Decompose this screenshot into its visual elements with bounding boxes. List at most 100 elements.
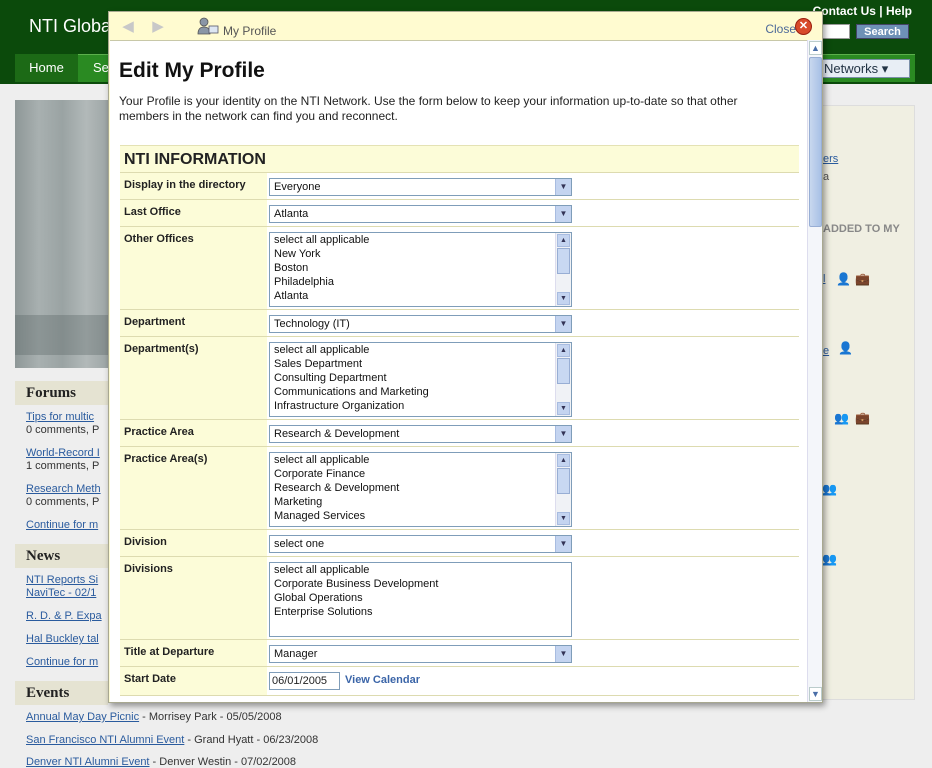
list-option[interactable]: select all applicable bbox=[270, 343, 571, 357]
list-option[interactable]: Global Operations bbox=[270, 591, 571, 605]
list-option[interactable]: select all applicable bbox=[270, 563, 571, 577]
forum-link[interactable]: World-Record I bbox=[26, 447, 100, 459]
help-link[interactable]: Help bbox=[886, 4, 912, 18]
field-label: Display in the directory bbox=[124, 179, 246, 191]
briefcase-icon[interactable]: 💼 bbox=[855, 411, 870, 425]
select-value: Atlanta bbox=[274, 208, 309, 220]
divisions-listbox[interactable]: select all applicable Corporate Business… bbox=[269, 562, 572, 637]
list-option[interactable]: Sales Department bbox=[270, 357, 571, 371]
list-option[interactable]: Marketing bbox=[270, 495, 571, 509]
other-offices-listbox[interactable]: select all applicable New York Boston Ph… bbox=[269, 232, 572, 307]
right-panel-link[interactable]: ers bbox=[823, 153, 838, 165]
site-search-input[interactable] bbox=[820, 24, 850, 39]
modal-body: Edit My Profile Your Profile is your ide… bbox=[110, 40, 807, 702]
chevron-down-icon[interactable]: ▼ bbox=[555, 536, 571, 552]
list-option[interactable]: Atlanta bbox=[270, 289, 571, 303]
forum-link[interactable]: Tips for multic bbox=[26, 411, 94, 423]
field-label: Practice Area(s) bbox=[124, 453, 208, 465]
list-option[interactable]: Enterprise Solutions bbox=[270, 605, 571, 619]
chevron-down-icon[interactable]: ▼ bbox=[555, 179, 571, 195]
events-section-title: Events bbox=[15, 681, 108, 705]
nav-home-tab[interactable]: Home bbox=[15, 54, 78, 82]
departments-listbox[interactable]: select all applicable Sales Department C… bbox=[269, 342, 572, 417]
scroll-down-icon[interactable]: ▼ bbox=[557, 292, 570, 305]
select-value: select one bbox=[274, 538, 325, 550]
practice-area-select[interactable]: Research & Development ▼ bbox=[269, 425, 572, 443]
chevron-down-icon[interactable]: ▼ bbox=[555, 206, 571, 222]
news-link[interactable]: Hal Buckley tal bbox=[26, 633, 99, 645]
chevron-down-icon[interactable]: ▼ bbox=[555, 426, 571, 442]
field-cell: Technology (IT) ▼ bbox=[267, 310, 799, 336]
modal-scrollbar[interactable]: ▲ ▼ bbox=[807, 40, 822, 702]
title-departure-select[interactable]: Manager ▼ bbox=[269, 645, 572, 663]
list-option[interactable]: Corporate Business Development bbox=[270, 577, 571, 591]
site-logo[interactable]: NTI Globa bbox=[29, 16, 111, 37]
display-directory-select[interactable]: Everyone ▼ bbox=[269, 178, 572, 196]
scroll-down-icon[interactable]: ▼ bbox=[557, 402, 570, 415]
users-icon[interactable]: 👥 bbox=[834, 411, 849, 425]
right-panel-link[interactable]: l bbox=[823, 273, 825, 285]
news-link[interactable]: NTI Reports Si bbox=[26, 574, 98, 586]
list-option[interactable]: Communications and Marketing bbox=[270, 385, 571, 399]
forward-arrow-icon[interactable]: ▶ bbox=[149, 19, 167, 35]
news-continue-link[interactable]: Continue for m bbox=[26, 656, 98, 668]
list-option[interactable]: Boston bbox=[270, 261, 571, 275]
listbox-scrollbar[interactable]: ▲ ▼ bbox=[555, 453, 571, 526]
nav-tab-partial[interactable]: Se bbox=[93, 60, 109, 75]
scroll-down-icon[interactable]: ▼ bbox=[557, 512, 570, 525]
briefcase-icon[interactable]: 💼 bbox=[855, 272, 870, 286]
users-icon[interactable]: 👥 bbox=[822, 482, 837, 496]
form-row-departments: Department(s) select all applicable Sale… bbox=[120, 336, 799, 419]
last-office-select[interactable]: Atlanta ▼ bbox=[269, 205, 572, 223]
list-option[interactable]: Infrastructure Organization bbox=[270, 399, 571, 413]
list-option[interactable]: Corporate Finance bbox=[270, 467, 571, 481]
users-icon[interactable]: 👥 bbox=[822, 552, 837, 566]
event-link[interactable]: Annual May Day Picnic bbox=[26, 711, 139, 723]
news-link[interactable]: R. D. & P. Expa bbox=[26, 610, 102, 622]
event-link[interactable]: San Francisco NTI Alumni Event bbox=[26, 734, 184, 746]
list-option[interactable]: Philadelphia bbox=[270, 275, 571, 289]
listbox-scrollbar[interactable]: ▲ ▼ bbox=[555, 343, 571, 416]
view-calendar-link[interactable]: View Calendar bbox=[345, 674, 420, 686]
field-cell: select all applicable New York Boston Ph… bbox=[267, 227, 799, 309]
list-option[interactable]: Consulting Department bbox=[270, 371, 571, 385]
scroll-thumb[interactable] bbox=[557, 468, 570, 494]
start-date-input[interactable]: 06/01/2005 bbox=[269, 672, 340, 690]
forums-continue-link[interactable]: Continue for m bbox=[26, 519, 98, 531]
scroll-up-icon[interactable]: ▲ bbox=[557, 454, 570, 467]
department-select[interactable]: Technology (IT) ▼ bbox=[269, 315, 572, 333]
forum-link[interactable]: Research Meth bbox=[26, 483, 101, 495]
back-arrow-icon[interactable]: ◀ bbox=[119, 19, 137, 35]
scroll-thumb[interactable] bbox=[557, 358, 570, 384]
chevron-down-icon[interactable]: ▼ bbox=[555, 646, 571, 662]
division-select[interactable]: select one ▼ bbox=[269, 535, 572, 553]
close-icon[interactable]: ✕ bbox=[795, 18, 812, 35]
list-option[interactable]: New York bbox=[270, 247, 571, 261]
listbox-scrollbar[interactable]: ▲ ▼ bbox=[555, 233, 571, 306]
user-icon[interactable]: 👤 bbox=[838, 341, 853, 355]
form-row-start-date: Start Date 06/01/2005 View Calendar bbox=[120, 666, 799, 696]
networks-dropdown[interactable]: Networks ▾ bbox=[818, 59, 910, 78]
form-row-department: Department Technology (IT) ▼ bbox=[120, 309, 799, 336]
scroll-up-icon[interactable]: ▲ bbox=[557, 344, 570, 357]
practice-areas-listbox[interactable]: select all applicable Corporate Finance … bbox=[269, 452, 572, 527]
scroll-thumb[interactable] bbox=[557, 248, 570, 274]
list-option[interactable]: Research & Development bbox=[270, 481, 571, 495]
scroll-thumb[interactable] bbox=[809, 57, 822, 227]
close-link[interactable]: Close bbox=[765, 22, 796, 36]
right-panel-link[interactable]: e bbox=[823, 345, 829, 357]
user-icon[interactable]: 👤 bbox=[836, 272, 851, 286]
event-link[interactable]: Denver NTI Alumni Event bbox=[26, 756, 150, 768]
modal-title: My Profile bbox=[223, 24, 277, 38]
form-row-practice-areas: Practice Area(s) select all applicable C… bbox=[120, 446, 799, 529]
scroll-down-icon[interactable]: ▼ bbox=[809, 687, 822, 701]
news-meta[interactable]: NaviTec - 02/1 bbox=[26, 587, 96, 599]
list-option[interactable]: select all applicable bbox=[270, 233, 571, 247]
event-details: - Denver Westin - 07/02/2008 bbox=[149, 756, 297, 768]
scroll-up-icon[interactable]: ▲ bbox=[809, 41, 822, 55]
list-option[interactable]: select all applicable bbox=[270, 453, 571, 467]
list-option[interactable]: Managed Services bbox=[270, 509, 571, 523]
scroll-up-icon[interactable]: ▲ bbox=[557, 234, 570, 247]
site-search-button[interactable]: Search bbox=[856, 24, 909, 39]
chevron-down-icon[interactable]: ▼ bbox=[555, 316, 571, 332]
